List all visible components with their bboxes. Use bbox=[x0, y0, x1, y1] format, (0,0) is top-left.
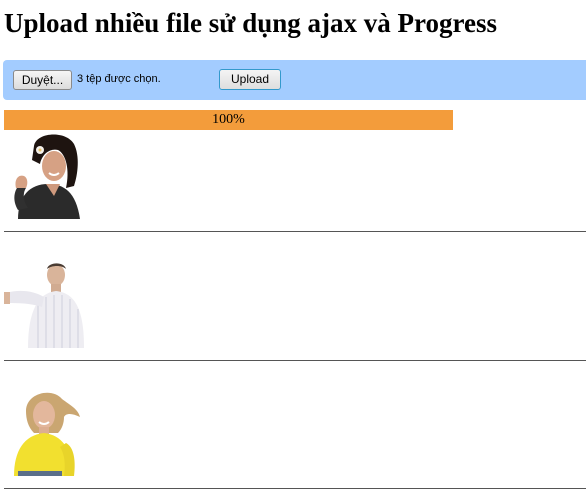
uploaded-image-2 bbox=[4, 259, 93, 348]
browse-button[interactable]: Duyệt... bbox=[13, 70, 72, 90]
divider bbox=[4, 231, 586, 232]
progress-label: 100% bbox=[212, 112, 245, 127]
uploaded-image-1 bbox=[4, 130, 93, 219]
divider bbox=[4, 360, 586, 361]
page-title: Upload nhiều file sử dụng ajax và Progre… bbox=[4, 8, 498, 38]
file-selection-status: 3 tệp được chọn. bbox=[77, 73, 161, 85]
upload-button[interactable]: Upload bbox=[219, 69, 281, 90]
divider bbox=[4, 488, 586, 489]
progress-bar: 100% bbox=[4, 110, 453, 130]
upload-form: Duyệt... 3 tệp được chọn. Upload bbox=[3, 60, 586, 100]
uploaded-image-3 bbox=[4, 387, 93, 476]
